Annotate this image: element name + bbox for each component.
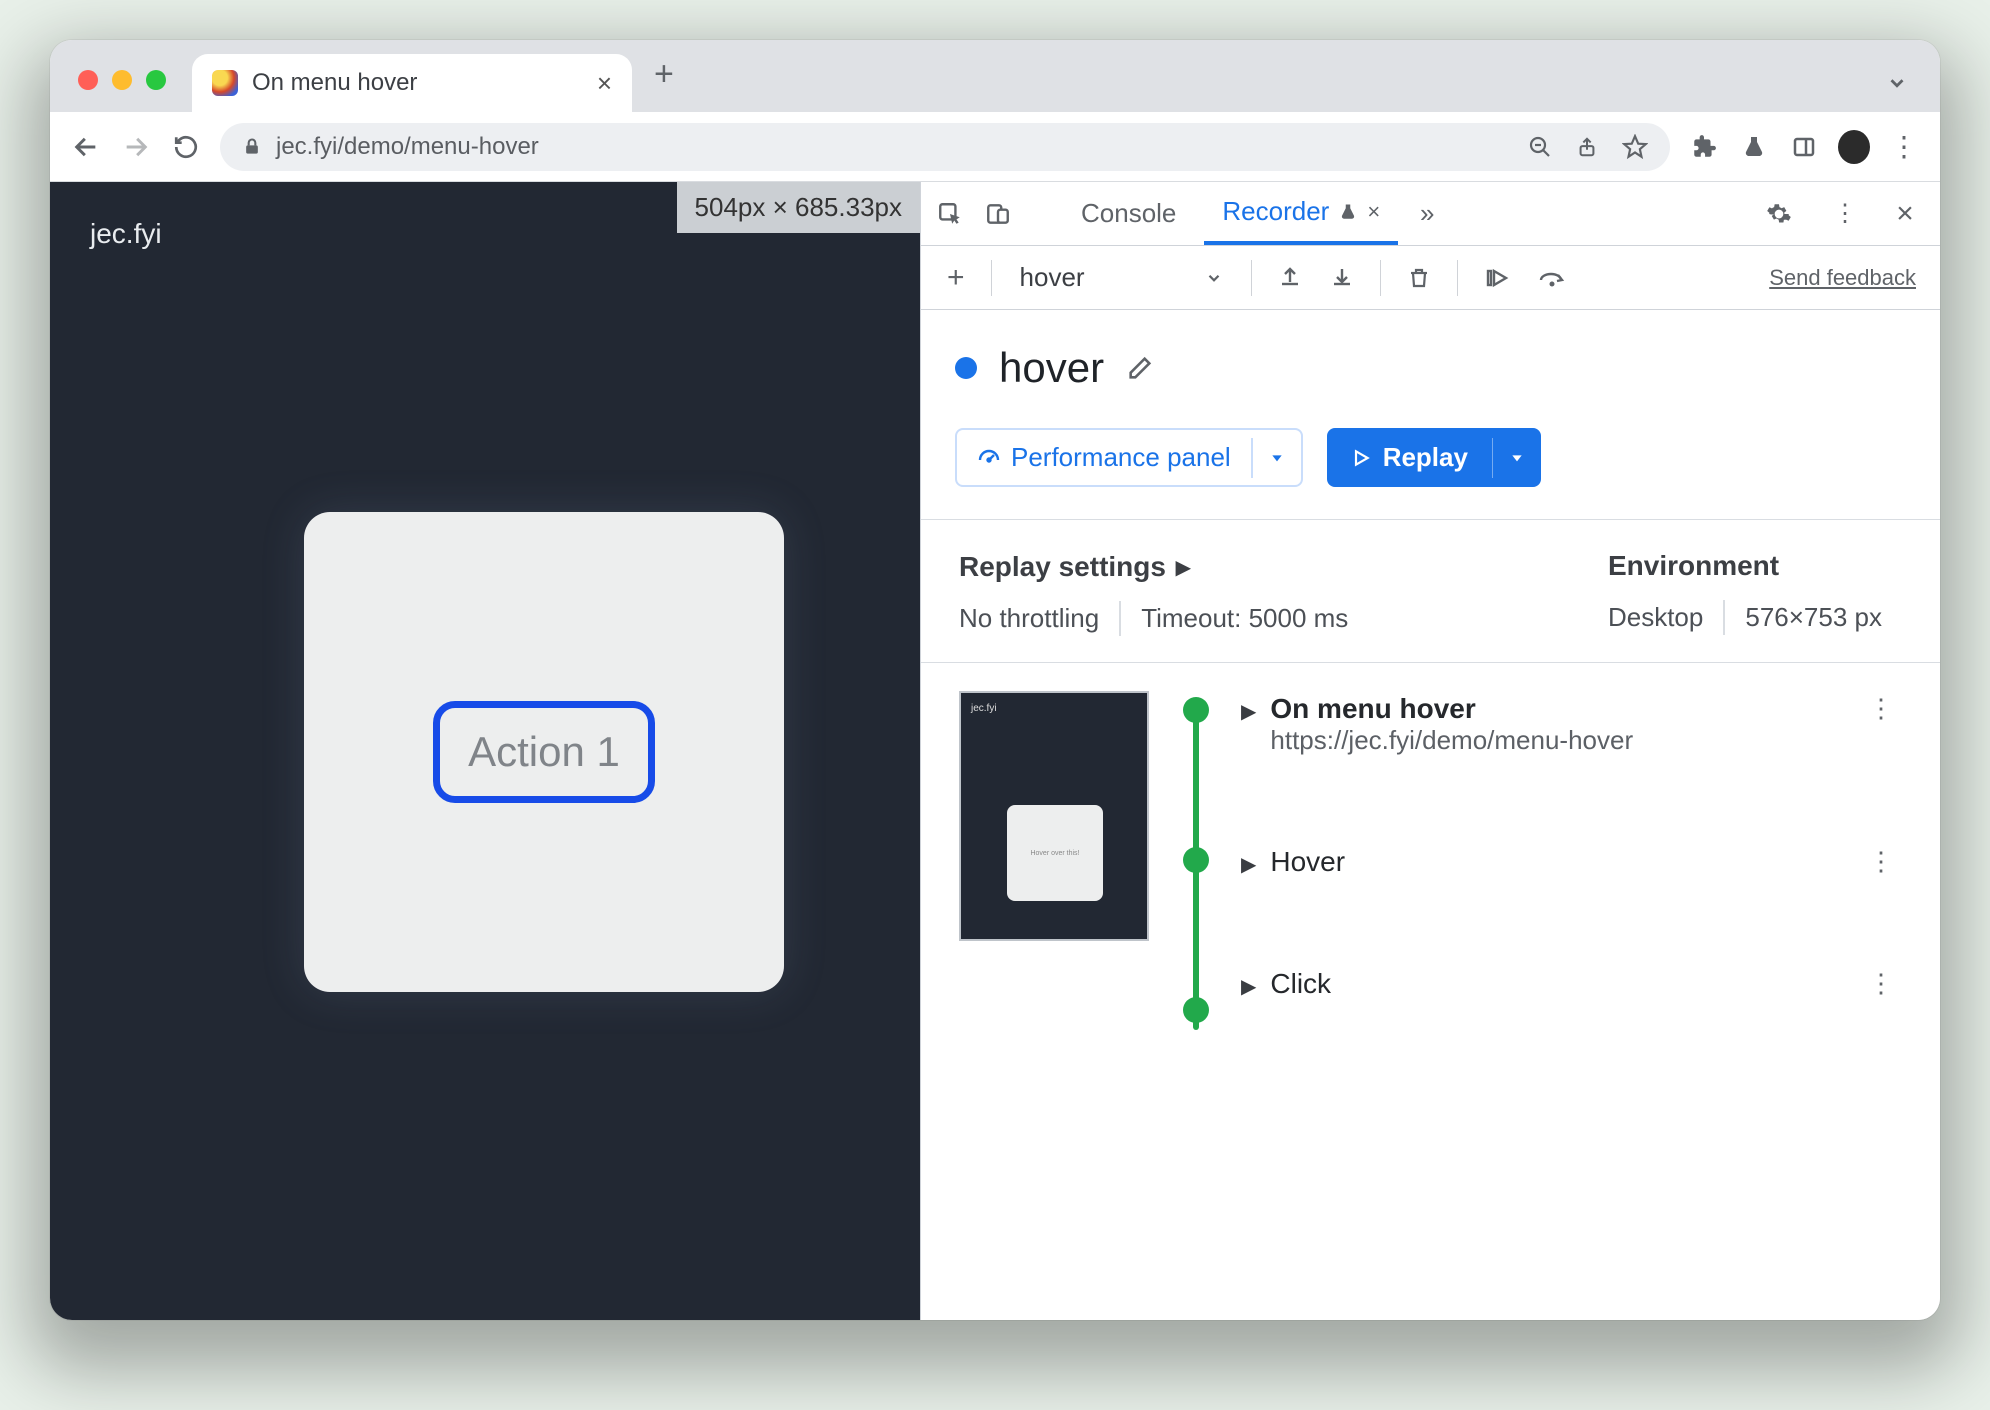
performance-dropdown[interactable] [1251, 438, 1301, 478]
bookmark-icon[interactable] [1622, 134, 1648, 160]
step-row[interactable]: ▶ Hover ⋮ [1241, 846, 1902, 878]
flask-icon [1339, 202, 1357, 222]
close-tab-button[interactable]: × [597, 68, 612, 99]
environment-heading: Environment [1608, 550, 1902, 582]
tab-strip: On menu hover × + [50, 40, 1940, 112]
browser-tab[interactable]: On menu hover × [192, 54, 632, 112]
replay-settings-heading[interactable]: Replay settings ▸ [959, 550, 1548, 583]
zoom-icon[interactable] [1528, 135, 1552, 159]
replay-dropdown[interactable] [1492, 438, 1541, 478]
window-controls [68, 70, 182, 112]
timeline [1175, 691, 1215, 1000]
share-icon[interactable] [1576, 135, 1598, 159]
recording-title-row: hover [955, 344, 1906, 392]
step-title: Hover [1270, 846, 1345, 878]
timeline-node[interactable] [1183, 997, 1209, 1023]
maximize-window-button[interactable] [146, 70, 166, 90]
gauge-icon [977, 446, 1001, 470]
step-menu-button[interactable]: ⋮ [1860, 846, 1902, 877]
url-text: jec.fyi/demo/menu-hover [276, 133, 539, 161]
send-feedback-link[interactable]: Send feedback [1769, 265, 1924, 291]
minimize-window-button[interactable] [112, 70, 132, 90]
replay-settings: Replay settings ▸ No throttling Timeout:… [955, 520, 1906, 662]
inspected-page: jec.fyi 504px × 685.33px Action 1 [50, 182, 920, 1320]
devtools-tab-bar: Console Recorder × » ⋮ × [921, 182, 1940, 246]
tabs-dropdown-button[interactable] [1886, 72, 1908, 94]
settings-icon[interactable] [1766, 201, 1804, 227]
reload-button[interactable] [170, 134, 202, 160]
recorder-toolbar: + hover Send feedback [921, 246, 1940, 310]
expand-icon: ▶ [1241, 968, 1256, 999]
device-toolbar-icon[interactable] [985, 201, 1023, 227]
throttling-value: No throttling [959, 601, 1121, 636]
step-screenshot[interactable]: jec.fyi Hover over this! [959, 691, 1149, 941]
viewport-dimensions-overlay: 504px × 685.33px [677, 182, 920, 233]
devtools-menu-button[interactable]: ⋮ [1826, 199, 1864, 228]
step-button[interactable] [1528, 266, 1578, 290]
new-tab-button[interactable]: + [632, 55, 696, 112]
timeout-value: Timeout: 5000 ms [1121, 601, 1368, 636]
profile-avatar[interactable] [1838, 130, 1870, 164]
import-button[interactable] [1320, 266, 1364, 290]
chevron-down-icon [1205, 269, 1223, 287]
more-tabs-button[interactable]: » [1408, 198, 1446, 229]
step-menu-button[interactable]: ⋮ [1860, 968, 1902, 999]
recording-selector[interactable]: hover [1008, 258, 1235, 297]
export-button[interactable] [1268, 266, 1312, 290]
step-title: Click [1270, 968, 1331, 1000]
favicon-icon [212, 70, 238, 96]
demo-card: Action 1 [304, 512, 784, 992]
step-row[interactable]: ▶ Click ⋮ [1241, 968, 1902, 1000]
browser-toolbar: jec.fyi/demo/menu-hover ⋮ [50, 112, 1940, 182]
timeline-node[interactable] [1183, 847, 1209, 873]
step-subtitle: https://jec.fyi/demo/menu-hover [1270, 725, 1633, 756]
browser-window: On menu hover × + jec.fyi/demo/menu-hove… [50, 40, 1940, 1320]
extensions-icon[interactable] [1688, 134, 1720, 160]
step-menu-button[interactable]: ⋮ [1860, 693, 1902, 724]
viewport-value: 576×753 px [1725, 600, 1902, 635]
sidepanel-icon[interactable] [1788, 135, 1820, 159]
tab-title: On menu hover [252, 69, 417, 97]
continue-button[interactable] [1474, 266, 1520, 290]
delete-button[interactable] [1397, 265, 1441, 291]
devtools-panel: Console Recorder × » ⋮ × + hover [920, 182, 1940, 1320]
expand-icon: ▸ [1176, 550, 1190, 583]
browser-menu-button[interactable]: ⋮ [1888, 130, 1920, 163]
steps-section: jec.fyi Hover over this! ▶ On menu [955, 663, 1906, 1028]
new-recording-button[interactable]: + [937, 261, 975, 295]
action-button[interactable]: Action 1 [433, 701, 655, 803]
close-window-button[interactable] [78, 70, 98, 90]
inspect-element-icon[interactable] [937, 201, 975, 227]
device-value: Desktop [1608, 600, 1725, 635]
step-row[interactable]: ▶ On menu hover https://jec.fyi/demo/men… [1241, 693, 1902, 756]
recording-name: hover [999, 344, 1104, 392]
replay-button[interactable]: Replay [1327, 428, 1541, 487]
close-tab-icon[interactable]: × [1367, 199, 1380, 225]
step-title: On menu hover [1270, 693, 1633, 725]
close-devtools-button[interactable]: × [1886, 197, 1924, 231]
performance-panel-button[interactable]: Performance panel [955, 428, 1303, 487]
tab-console[interactable]: Console [1063, 184, 1194, 243]
back-button[interactable] [70, 133, 102, 161]
tab-recorder[interactable]: Recorder × [1204, 182, 1398, 245]
forward-button[interactable] [120, 133, 152, 161]
labs-icon[interactable] [1738, 134, 1770, 160]
expand-icon: ▶ [1241, 846, 1256, 877]
expand-icon: ▶ [1241, 693, 1256, 724]
play-icon [1351, 448, 1371, 468]
timeline-node[interactable] [1183, 697, 1209, 723]
lock-icon [242, 137, 262, 157]
edit-name-button[interactable] [1126, 354, 1154, 382]
recording-status-dot [955, 357, 977, 379]
address-bar[interactable]: jec.fyi/demo/menu-hover [220, 123, 1670, 171]
